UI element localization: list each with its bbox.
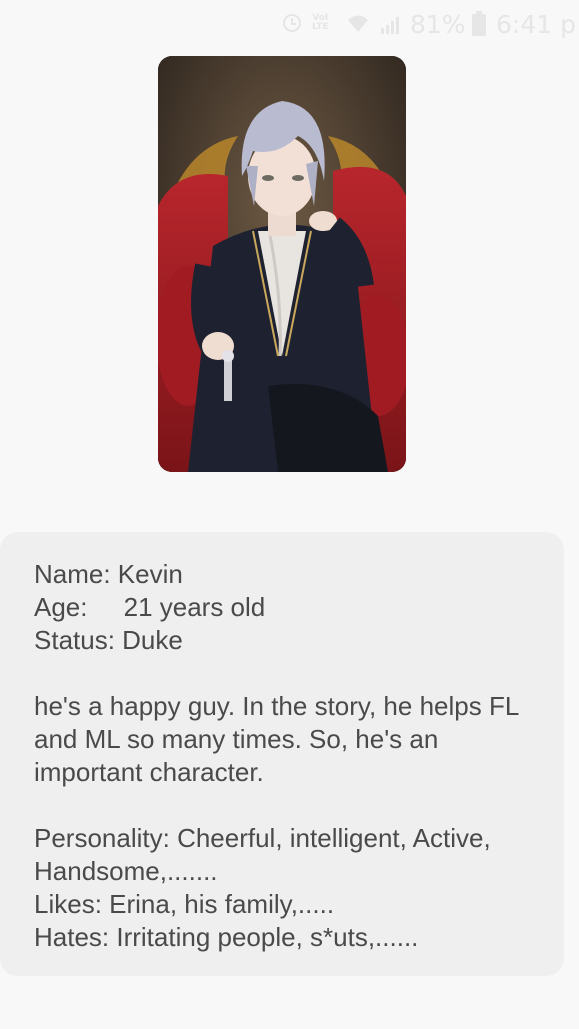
status-bar: VoI LTE 81% 6:41 p [0, 6, 579, 46]
wifi-icon [348, 15, 368, 32]
battery-percent: 81% [410, 10, 466, 39]
name-line: Name: Kevin [34, 559, 183, 589]
hates-line: Hates: Irritating people, s*uts,...... [34, 922, 419, 952]
status-line: Status: Duke [34, 625, 183, 655]
volte-icon: VoI LTE [312, 14, 329, 32]
volte-bottom-label: LTE [312, 22, 329, 32]
portrait-illustration [158, 56, 406, 472]
alarm-icon [283, 14, 301, 32]
likes-line: Likes: Erina, his family,..... [34, 889, 335, 919]
clock: 6:41 p [496, 10, 576, 39]
personality-line: Personality: Cheerful, intelligent, Acti… [34, 823, 491, 886]
description-text: he's a happy guy. In the story, he helps… [34, 691, 519, 787]
battery-icon [472, 11, 486, 36]
character-portrait-image [158, 56, 406, 472]
age-line: Age: 21 years old [34, 592, 266, 622]
signal-icon [381, 17, 399, 34]
character-info-card: Name: Kevin Age: 21 years old Status: Du… [0, 532, 564, 976]
